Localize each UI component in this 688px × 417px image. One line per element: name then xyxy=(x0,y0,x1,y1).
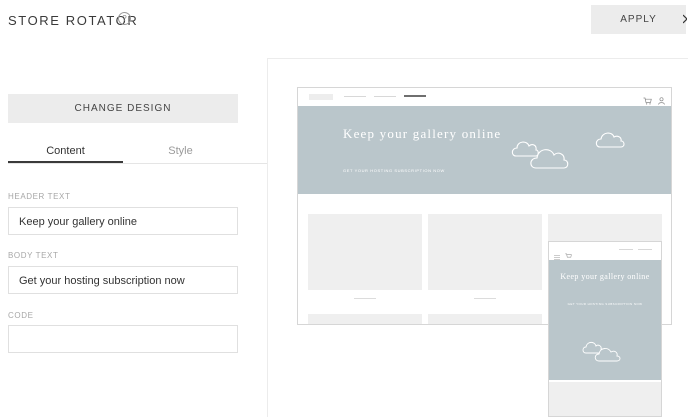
cloud-icon xyxy=(581,336,631,369)
code-field[interactable] xyxy=(8,325,238,353)
preview-product-caption xyxy=(474,298,496,299)
code-label: CODE xyxy=(8,311,34,320)
preview-nav-item xyxy=(374,96,396,97)
preview-nav-item xyxy=(619,249,633,250)
preview-product-tile xyxy=(308,314,422,324)
help-icon[interactable]: ? xyxy=(118,12,131,25)
mobile-hero-subtitle: GET YOUR HOSTING SUBSCRIPTION NOW xyxy=(567,302,643,306)
settings-panel: CHANGE DESIGN Content Style HEADER TEXT … xyxy=(0,58,268,417)
mobile-hero: Keep your gallery online GET YOUR HOSTIN… xyxy=(549,260,661,380)
preview-nav-item xyxy=(344,96,366,97)
preview-product-tile xyxy=(308,214,422,290)
header-text-label: HEADER TEXT xyxy=(8,192,71,201)
preview-hero: Keep your gallery online GET YOUR HOSTIN… xyxy=(298,106,671,194)
preview-hero-subtitle: GET YOUR HOSTING SUBSCRIPTION NOW xyxy=(343,168,445,173)
tab-content[interactable]: Content xyxy=(8,140,123,163)
preview-nav-item xyxy=(638,249,652,250)
top-bar: STORE ROTATOR ? APPLY xyxy=(0,0,688,59)
body-text-field[interactable]: Get your hosting subscription now xyxy=(8,266,238,294)
mobile-hero-title: Keep your gallery online xyxy=(560,272,650,281)
tab-style[interactable]: Style xyxy=(123,140,238,162)
body-text-label: BODY TEXT xyxy=(8,251,59,260)
change-design-button[interactable]: CHANGE DESIGN xyxy=(8,94,238,123)
preview-nav-item-active xyxy=(404,95,426,97)
preview-logo xyxy=(309,94,333,100)
cloud-icon xyxy=(594,128,628,155)
preview-product-tile xyxy=(428,314,542,324)
mobile-preview: Keep your gallery online GET YOUR HOSTIN… xyxy=(548,241,662,417)
header-text-field[interactable]: Keep your gallery online xyxy=(8,207,238,235)
preview-hero-title: Keep your gallery online xyxy=(343,126,502,141)
apply-button[interactable]: APPLY xyxy=(591,5,686,34)
close-icon[interactable] xyxy=(683,13,687,27)
preview-product-caption xyxy=(354,298,376,299)
cloud-icon xyxy=(510,130,580,177)
preview-product-tile xyxy=(428,214,542,290)
tab-bar: Content Style xyxy=(8,140,267,164)
mobile-product-tile xyxy=(549,382,661,416)
